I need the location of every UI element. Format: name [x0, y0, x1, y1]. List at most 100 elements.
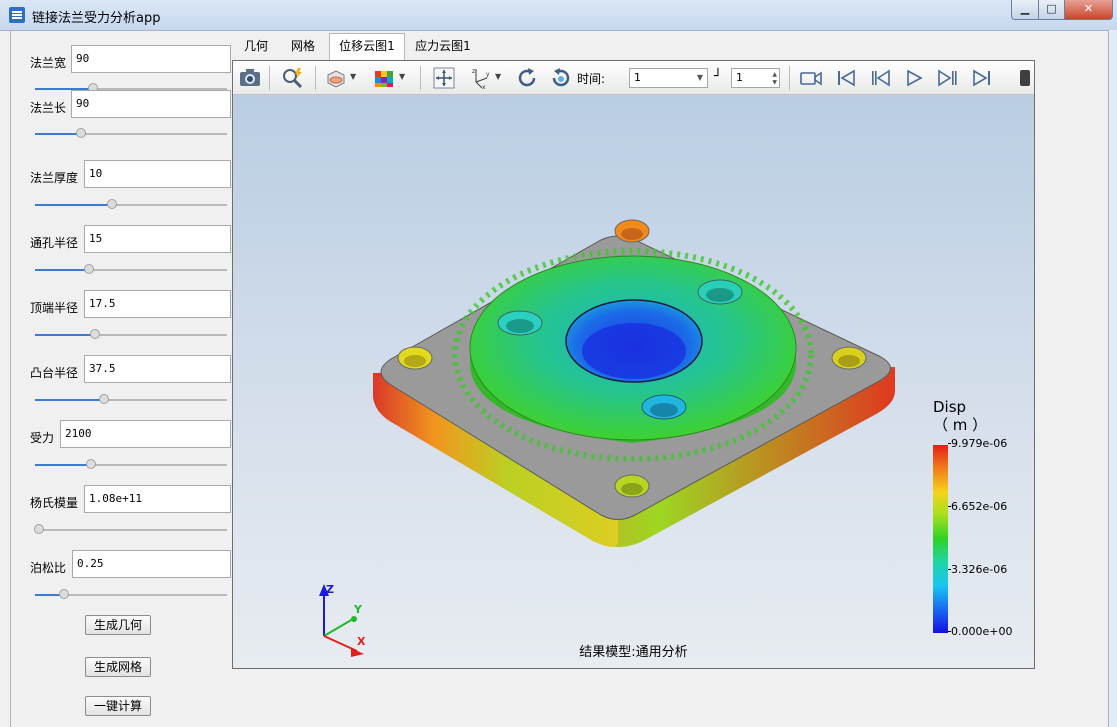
axis-z-label: Z — [326, 583, 334, 596]
result-viewer: ▼ ▼ zyx ▼ 时间: 1 ▼ ┘ 1 ▲ ▼ Z Y X Disp （ m… — [232, 60, 1035, 669]
slider-handle[interactable] — [76, 128, 87, 138]
viewer-toolbar: ▼ ▼ zyx ▼ 时间: 1 ▼ ┘ 1 ▲ ▼ — [233, 61, 1034, 95]
zoom-icon[interactable] — [281, 66, 305, 90]
youngs-modulus-field[interactable]: 1.08e+11 — [84, 485, 231, 513]
legend-tick: 9.979e-06 — [947, 437, 1008, 450]
poisson-ratio-field[interactable]: 0.25 — [72, 550, 231, 578]
compute-button[interactable]: 一键计算 — [85, 696, 151, 716]
slider-handle[interactable] — [58, 589, 69, 599]
model-caption: 结果模型:通用分析 — [579, 645, 688, 660]
param-through-hole-radius: 通孔半径 15 — [11, 225, 236, 290]
param-label: 凸台半径 — [30, 366, 79, 380]
maximize-icon: □ — [1046, 2, 1057, 15]
top-radius-slider[interactable] — [35, 329, 227, 339]
slider-fill — [35, 269, 89, 271]
flange-width-field[interactable]: 90 — [71, 45, 231, 73]
param-force: 受力 2100 — [11, 420, 236, 485]
colormap-icon[interactable] — [372, 66, 396, 90]
tab-geometry[interactable]: 几何 — [233, 34, 279, 59]
fit-view-icon[interactable] — [432, 66, 456, 90]
end-mark-icon: ┘ — [714, 69, 722, 84]
reset-rotate-icon[interactable] — [549, 66, 573, 90]
stepper-up-icon[interactable]: ▲ — [772, 71, 777, 78]
legend-unit: （ m ） — [933, 416, 988, 434]
prev-frame-icon[interactable] — [868, 66, 892, 90]
frame-value: 1 — [736, 71, 743, 84]
maximize-button[interactable]: □ — [1038, 0, 1065, 20]
render-canvas[interactable]: Z Y X Disp （ m ） 9.979e-06 6.652e-06 3.3… — [233, 95, 1034, 668]
record-icon[interactable] — [799, 66, 823, 90]
toolbar-separator — [269, 66, 270, 90]
param-label: 受力 — [30, 431, 55, 445]
flange-model — [319, 219, 895, 657]
camera-icon[interactable] — [238, 66, 262, 90]
app-icon — [9, 7, 25, 23]
slider-fill — [35, 204, 112, 206]
close-button[interactable]: ✕ — [1064, 0, 1113, 20]
boss-radius-field[interactable]: 37.5 — [84, 355, 231, 383]
title-bar: 链接法兰受力分析app ▁ □ ✕ — [0, 0, 1117, 31]
toolbar-overflow-icon[interactable] — [1020, 70, 1030, 86]
param-top-radius: 顶端半径 17.5 — [11, 290, 236, 355]
top-radius-field[interactable]: 17.5 — [84, 290, 231, 318]
section-icon[interactable] — [324, 66, 348, 90]
slider-handle[interactable] — [85, 459, 96, 469]
param-youngs-modulus: 杨氏模量 1.08e+11 — [11, 485, 236, 550]
generate-geometry-button[interactable]: 生成几何 — [85, 615, 151, 635]
flange-length-slider[interactable] — [35, 128, 227, 138]
legend-title: Disp （ m ） — [933, 398, 987, 434]
time-select[interactable]: 1 ▼ — [629, 68, 708, 88]
slider-handle[interactable] — [106, 199, 117, 209]
legend-tick: 6.652e-06 — [947, 500, 1008, 513]
force-slider[interactable] — [35, 459, 227, 469]
play-icon[interactable] — [902, 66, 926, 90]
first-frame-icon[interactable] — [834, 66, 858, 90]
rotate-icon[interactable] — [515, 66, 539, 90]
poisson-ratio-slider[interactable] — [35, 589, 227, 599]
time-label: 时间: — [577, 72, 606, 86]
chevron-down-icon: ▼ — [696, 73, 703, 82]
flange-length-field[interactable]: 90 — [71, 90, 231, 118]
param-boss-radius: 凸台半径 37.5 — [11, 355, 236, 420]
param-label: 通孔半径 — [30, 236, 79, 250]
boss-radius-slider[interactable] — [35, 394, 227, 404]
legend-tick: 3.326e-06 — [947, 563, 1008, 576]
minimize-button[interactable]: ▁ — [1011, 0, 1039, 20]
through-hole-radius-slider[interactable] — [35, 264, 227, 274]
slider-fill — [35, 334, 95, 336]
slider-handle[interactable] — [89, 329, 100, 339]
flange-thickness-slider[interactable] — [35, 199, 227, 209]
tab-displacement[interactable]: 位移云图1 — [329, 33, 405, 61]
time-value: 1 — [634, 71, 641, 84]
slider-fill — [35, 133, 82, 135]
param-poisson-ratio: 泊松比 0.25 — [11, 550, 236, 615]
slider-handle[interactable] — [33, 524, 44, 534]
svg-text:y: y — [486, 71, 490, 78]
tab-stress[interactable]: 应力云图1 — [405, 34, 481, 59]
through-hole-radius-field[interactable]: 15 — [84, 225, 231, 253]
last-frame-icon[interactable] — [970, 66, 994, 90]
parameter-panel: 法兰宽 90 法兰长 90 法兰厚度 10 通孔半径 15 顶端半径 17.5 — [10, 30, 236, 727]
slider-handle[interactable] — [83, 264, 94, 274]
axes-icon[interactable]: z yx — [468, 66, 492, 90]
window-title: 链接法兰受力分析app — [32, 11, 161, 26]
slider-fill — [35, 399, 105, 401]
legend-quantity: Disp — [933, 398, 967, 416]
next-frame-icon[interactable] — [936, 66, 960, 90]
svg-text:z: z — [472, 68, 475, 75]
youngs-modulus-slider[interactable] — [33, 524, 227, 534]
slider-handle[interactable] — [99, 394, 110, 404]
flange-thickness-field[interactable]: 10 — [84, 160, 231, 188]
legend-tick: 0.000e+00 — [947, 625, 1013, 638]
chevron-down-icon[interactable]: ▼ — [350, 72, 356, 81]
param-label: 泊松比 — [30, 561, 67, 575]
tab-mesh[interactable]: 网格 — [279, 34, 327, 59]
frame-stepper[interactable]: 1 ▲ ▼ — [731, 68, 780, 88]
chevron-down-icon[interactable]: ▼ — [399, 72, 405, 81]
stepper-down-icon[interactable]: ▼ — [772, 79, 777, 86]
chevron-down-icon[interactable]: ▼ — [495, 72, 501, 81]
generate-mesh-button[interactable]: 生成网格 — [85, 657, 151, 677]
param-label: 法兰长 — [30, 101, 67, 115]
minimize-icon: ▁ — [1020, 2, 1030, 15]
force-field[interactable]: 2100 — [60, 420, 231, 448]
